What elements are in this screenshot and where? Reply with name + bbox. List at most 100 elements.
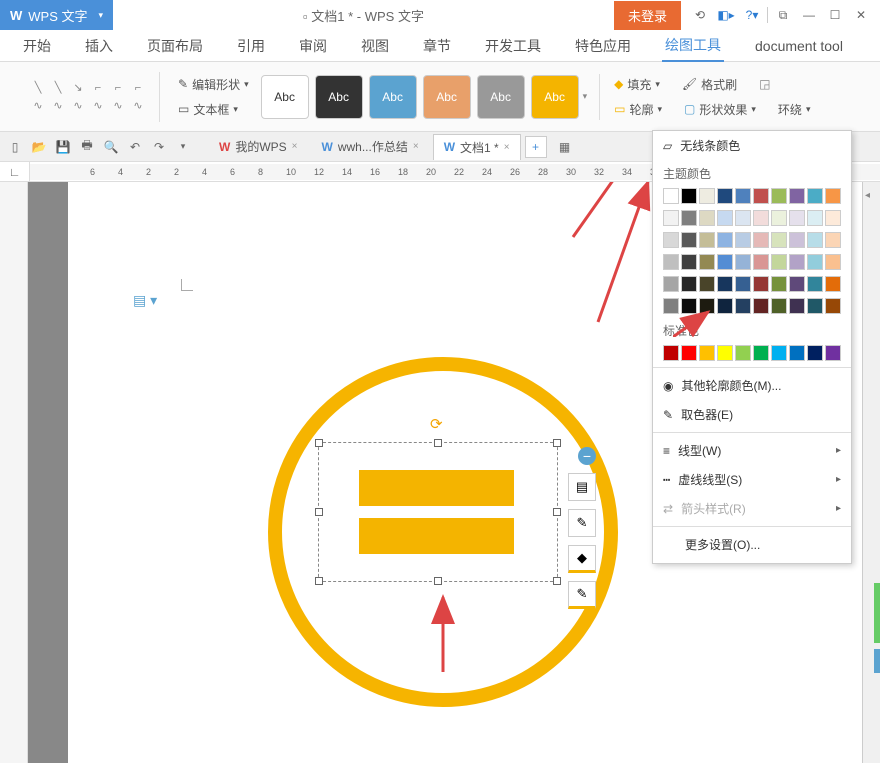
color-swatch[interactable] <box>717 345 733 361</box>
color-swatch[interactable] <box>681 188 697 204</box>
color-swatch[interactable] <box>681 254 697 270</box>
style-blue[interactable]: Abc <box>369 75 417 119</box>
color-swatch[interactable] <box>735 210 751 226</box>
arrow-style[interactable]: ⇄ 箭头样式(R) ▸ <box>653 494 851 523</box>
menu-start[interactable]: 开始 <box>20 31 54 61</box>
compact-icon[interactable]: ⧉ <box>772 4 794 26</box>
color-swatch[interactable] <box>717 254 733 270</box>
menu-insert[interactable]: 插入 <box>82 31 116 61</box>
line-weight[interactable]: ≡ 线型(W) ▸ <box>653 436 851 465</box>
color-swatch[interactable] <box>681 345 697 361</box>
app-brand[interactable]: W WPS 文字 ▾ <box>0 0 113 30</box>
color-swatch[interactable] <box>735 276 751 292</box>
color-swatch[interactable] <box>735 345 751 361</box>
color-swatch[interactable] <box>753 254 769 270</box>
layout-options-icon[interactable]: ▤ <box>568 473 596 501</box>
color-swatch[interactable] <box>753 188 769 204</box>
color-swatch[interactable] <box>663 254 679 270</box>
shape-effect-button[interactable]: ▢形状效果▾ <box>678 99 762 120</box>
color-swatch[interactable] <box>735 188 751 204</box>
color-swatch[interactable] <box>825 188 841 204</box>
color-swatch[interactable] <box>717 232 733 248</box>
style-black[interactable]: Abc <box>315 75 363 119</box>
color-swatch[interactable] <box>753 210 769 226</box>
tab-close-icon[interactable]: × <box>413 141 419 152</box>
qa-more-icon[interactable]: ▾ <box>173 137 193 157</box>
color-swatch[interactable] <box>663 345 679 361</box>
format-brush-button[interactable]: 🖌格式刷 <box>676 74 743 95</box>
rotate-handle-icon[interactable]: ⟳ <box>430 415 443 433</box>
color-swatch[interactable] <box>807 298 823 314</box>
color-swatch[interactable] <box>681 210 697 226</box>
color-swatch[interactable] <box>699 232 715 248</box>
color-swatch[interactable] <box>807 232 823 248</box>
skin-icon[interactable]: ◧▸ <box>715 4 737 26</box>
resize-handle[interactable] <box>553 508 561 516</box>
color-swatch[interactable] <box>663 232 679 248</box>
color-swatch[interactable] <box>771 298 787 314</box>
undo-icon[interactable]: ↶ <box>125 137 145 157</box>
collapse-icon[interactable]: − <box>578 447 596 465</box>
style-yellow[interactable]: Abc <box>531 75 579 119</box>
color-swatch[interactable] <box>825 210 841 226</box>
menu-chapter[interactable]: 章节 <box>420 31 454 61</box>
dash-style[interactable]: ┅ 虚线线型(S) ▸ <box>653 465 851 494</box>
task-pane-collapsed[interactable]: ◂ <box>862 182 880 763</box>
sync-icon[interactable]: ⟲ <box>689 4 711 26</box>
style-white[interactable]: Abc <box>261 75 309 119</box>
color-swatch[interactable] <box>825 232 841 248</box>
menu-drawing-tools[interactable]: 绘图工具 <box>662 30 724 62</box>
side-panel-icon[interactable]: ▯ <box>5 137 25 157</box>
color-swatch[interactable] <box>789 298 805 314</box>
wrap-more-icon[interactable]: ◲ <box>753 74 776 95</box>
preview-icon[interactable]: 🔍 <box>101 137 121 157</box>
color-swatch[interactable] <box>753 298 769 314</box>
color-swatch[interactable] <box>699 276 715 292</box>
color-swatch[interactable] <box>771 210 787 226</box>
color-swatch[interactable] <box>771 232 787 248</box>
more-settings[interactable]: 更多设置(O)... <box>653 530 851 559</box>
color-swatch[interactable] <box>753 232 769 248</box>
color-swatch[interactable] <box>735 254 751 270</box>
color-swatch[interactable] <box>681 298 697 314</box>
edit-points-icon[interactable]: ✎ <box>568 509 596 537</box>
color-swatch[interactable] <box>699 254 715 270</box>
close-button[interactable]: ✕ <box>850 4 872 26</box>
side-handle-green[interactable] <box>874 583 880 643</box>
color-swatch[interactable] <box>717 210 733 226</box>
edit-shape-button[interactable]: ✎ 编辑形状▾ <box>172 74 255 95</box>
more-outline-colors[interactable]: ◉ 其他轮廓颜色(M)... <box>653 371 851 400</box>
color-swatch[interactable] <box>825 345 841 361</box>
color-swatch[interactable] <box>699 210 715 226</box>
color-swatch[interactable] <box>771 188 787 204</box>
outline-button[interactable]: ▭轮廓▾ <box>608 99 668 120</box>
minimize-button[interactable]: — <box>798 4 820 26</box>
menu-devtools[interactable]: 开发工具 <box>482 31 544 61</box>
menu-review[interactable]: 审阅 <box>296 31 330 61</box>
menu-view[interactable]: 视图 <box>358 31 392 61</box>
paragraph-options-icon[interactable]: ▤ ▾ <box>133 292 157 309</box>
line-shapes-gallery[interactable]: ╲╲↘⌐⌐⌐ ∿∿∿∿∿∿ <box>23 81 153 113</box>
tab-doc1[interactable]: W 文档1 * × <box>433 134 521 160</box>
color-swatch[interactable] <box>663 298 679 314</box>
style-gray[interactable]: Abc <box>477 75 525 119</box>
color-swatch[interactable] <box>771 276 787 292</box>
color-swatch[interactable] <box>807 345 823 361</box>
color-swatch[interactable] <box>789 254 805 270</box>
color-swatch[interactable] <box>807 276 823 292</box>
color-swatch[interactable] <box>789 276 805 292</box>
resize-handle[interactable] <box>315 508 323 516</box>
color-swatch[interactable] <box>735 232 751 248</box>
color-swatch[interactable] <box>699 188 715 204</box>
color-swatch[interactable] <box>699 298 715 314</box>
resize-handle[interactable] <box>553 577 561 585</box>
color-swatch[interactable] <box>753 345 769 361</box>
color-swatch[interactable] <box>825 276 841 292</box>
menu-reference[interactable]: 引用 <box>234 31 268 61</box>
color-swatch[interactable] <box>789 210 805 226</box>
resize-handle[interactable] <box>434 577 442 585</box>
outline-shape-icon[interactable]: ✎ <box>568 581 596 609</box>
login-button[interactable]: 未登录 <box>614 1 681 30</box>
new-tab-button[interactable]: + <box>525 136 547 158</box>
rect-shape[interactable] <box>359 470 514 506</box>
